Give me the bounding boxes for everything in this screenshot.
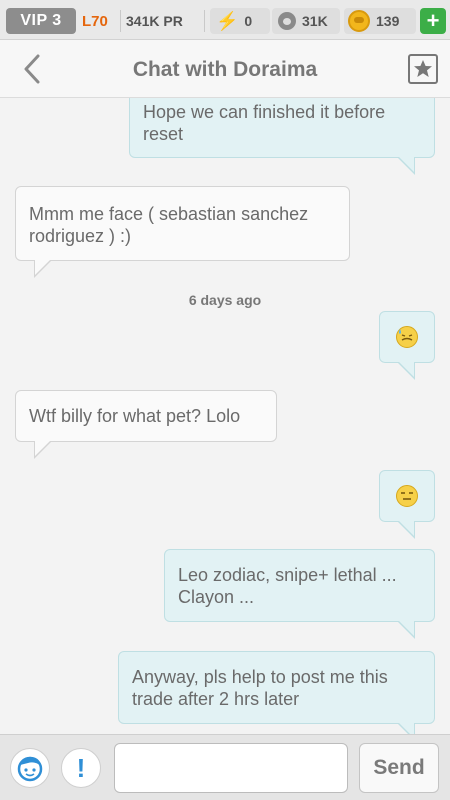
paw-icon — [278, 12, 296, 30]
message-list[interactable]: Hope we can finished it before reset Mmm… — [0, 98, 450, 734]
sweat-smile-emoji-icon — [396, 326, 418, 348]
message-text: Mmm me face ( sebastian sanchez rodrigue… — [29, 204, 309, 246]
lightning-icon: ⚡ — [216, 10, 239, 31]
pr-label: 341K PR — [126, 13, 183, 29]
vip-label: VIP 3 — [20, 12, 62, 29]
chat-header: Chat with Doraima — [0, 40, 450, 98]
exclamation-icon: ! — [76, 752, 86, 783]
message-input[interactable] — [114, 743, 348, 793]
paws-value: 31K — [302, 13, 328, 29]
bubble-tail — [398, 361, 414, 377]
energy-counter[interactable]: ⚡ 0 — [210, 8, 270, 34]
vip-badge[interactable]: VIP 3 — [6, 8, 76, 34]
status-bar: VIP 3 L70 341K PR ⚡ 0 31K 139 + — [0, 0, 450, 40]
outgoing-message[interactable]: Anyway, pls help to post me this trade a… — [118, 651, 435, 724]
bubble-tail — [398, 156, 414, 172]
report-button[interactable]: ! — [61, 748, 101, 788]
message-text: Leo zodiac, snipe+ lethal ... Clayon ... — [178, 565, 397, 607]
outgoing-message[interactable] — [379, 311, 435, 363]
page-title: Chat with Doraima — [132, 58, 318, 81]
message-text: Anyway, pls help to post me this trade a… — [132, 667, 388, 709]
star-icon — [414, 60, 432, 77]
bubble-tail — [398, 520, 414, 536]
favorite-button[interactable] — [408, 54, 438, 84]
bubble-tail — [398, 722, 414, 734]
timestamp-divider: 6 days ago — [188, 292, 262, 308]
user-face-icon — [17, 756, 43, 782]
outgoing-message[interactable] — [379, 470, 435, 522]
energy-value: 0 — [244, 13, 253, 29]
message-text: Hope we can finished it before reset — [143, 102, 386, 144]
send-button[interactable]: Send — [359, 743, 439, 793]
outgoing-message[interactable]: Hope we can finished it before reset — [129, 98, 435, 158]
paws-counter[interactable]: 31K — [272, 8, 340, 34]
incoming-message[interactable]: Wtf billy for what pet? Lolo — [15, 390, 277, 442]
bubble-tail — [35, 259, 51, 275]
bubble-tail — [35, 440, 51, 456]
profile-button[interactable] — [10, 748, 50, 788]
composer-bar: ! Send — [0, 734, 450, 800]
expressionless-emoji-icon — [396, 485, 418, 507]
add-coins-button[interactable]: + — [420, 8, 446, 34]
coins-counter[interactable]: 139 — [344, 8, 416, 34]
divider — [120, 10, 121, 32]
coin-icon — [348, 10, 370, 32]
incoming-message[interactable]: Mmm me face ( sebastian sanchez rodrigue… — [15, 186, 350, 261]
divider — [204, 10, 205, 32]
bubble-tail — [398, 620, 414, 636]
level-label: L70 — [82, 12, 108, 30]
coins-value: 139 — [376, 13, 400, 29]
message-text: Wtf billy for what pet? Lolo — [29, 406, 241, 426]
outgoing-message[interactable]: Leo zodiac, snipe+ lethal ... Clayon ... — [164, 549, 435, 622]
